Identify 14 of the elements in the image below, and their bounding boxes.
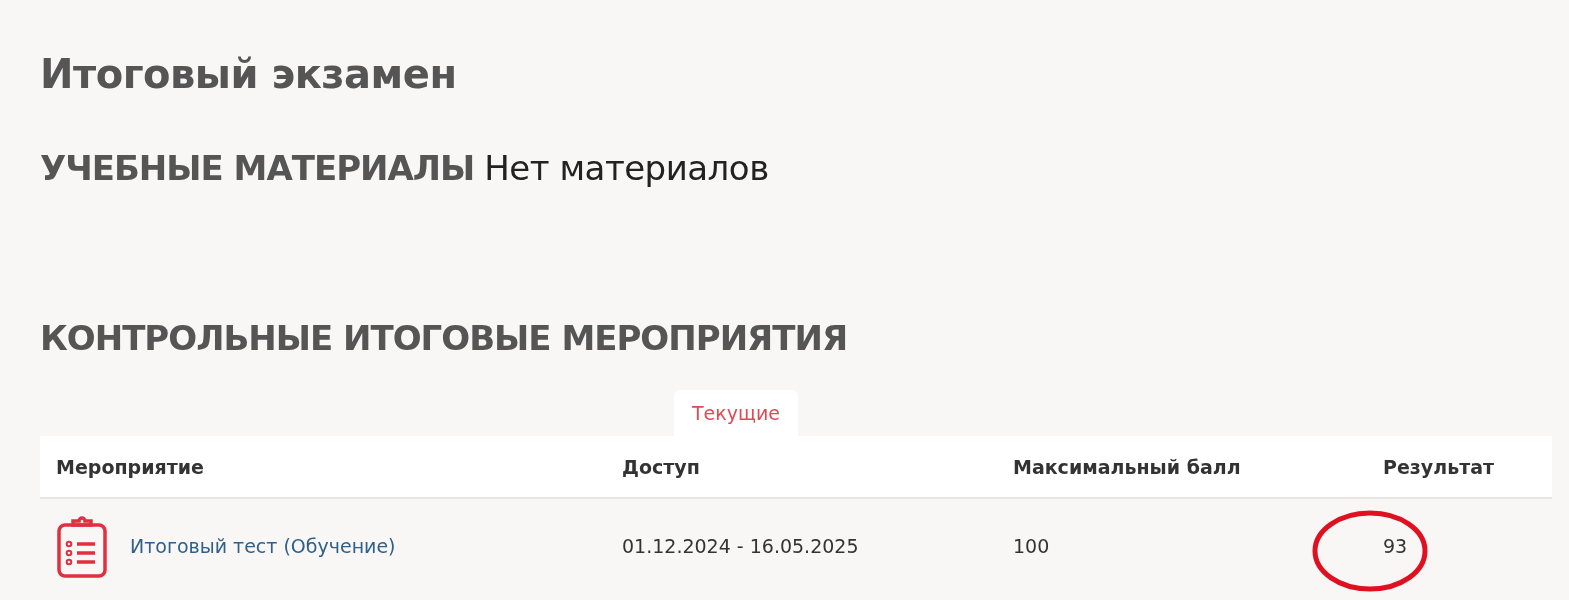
table-cell: 93: [1383, 535, 1408, 557]
table-cell-text: 100: [1012, 534, 1051, 559]
section-heading: УЧЕБНЫЕ МАТЕРИАЛЫ: [40, 147, 475, 190]
event-link[interactable]: Итоговый тест (Обучение): [130, 535, 396, 557]
tab[interactable]: Текущие: [674, 390, 798, 436]
section-heading: КОНТРОЛЬНЫЕ ИТОГОВЫЕ МЕРОПРИЯТИЯ: [40, 317, 849, 360]
materials-status: Нет материалов: [484, 148, 769, 188]
page-title: Итоговый экзамен: [40, 50, 458, 99]
column-header: Доступ: [621, 455, 701, 478]
table-cell-text: 01.12.2024 - 16.05.2025: [621, 534, 860, 559]
column-header: Результат: [1382, 455, 1495, 478]
column-header: Мероприятие: [55, 455, 205, 478]
column-header: Максимальный балл: [1012, 455, 1242, 478]
clipboard-icon: [56, 514, 108, 578]
